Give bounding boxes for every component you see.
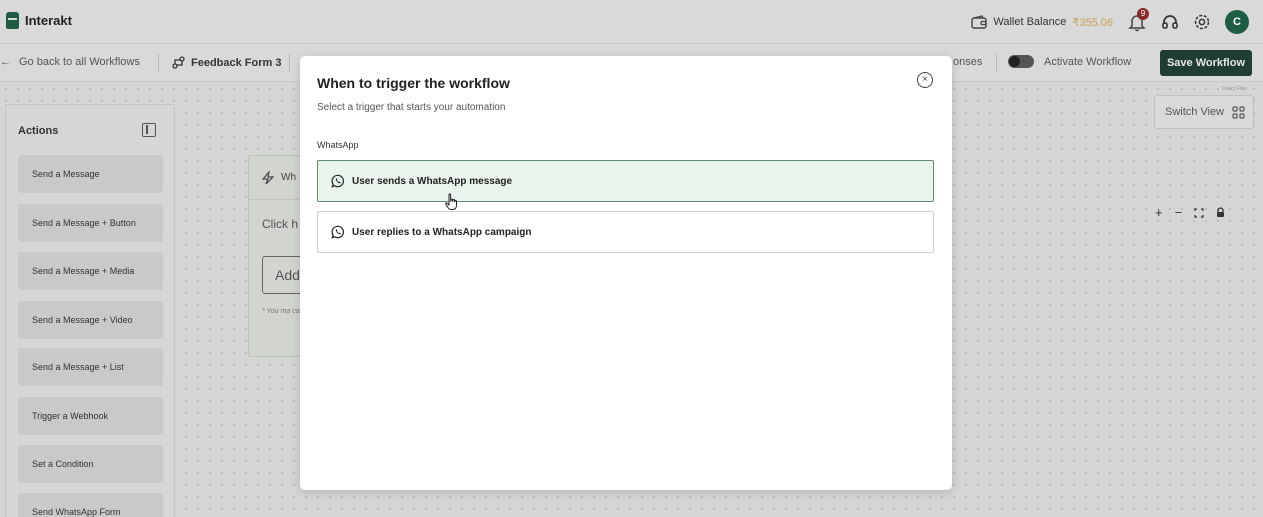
action-item[interactable]: Send a Message + Button <box>18 204 163 242</box>
wallet-balance[interactable]: Wallet Balance ₹355.06 <box>971 15 1113 29</box>
action-item[interactable]: Send a Message + Video <box>18 301 163 339</box>
modal-title: When to trigger the workflow <box>317 75 510 91</box>
workflow-name[interactable]: Feedback Form 3 <box>172 56 281 69</box>
trigger-node-title: Wh <box>281 172 296 183</box>
react-flow-attribution[interactable]: React Flow <box>1222 86 1247 92</box>
wallet-label: Wallet Balance <box>993 16 1067 28</box>
interakt-logo-icon <box>6 12 19 29</box>
grid-icon <box>1232 105 1245 119</box>
action-item[interactable]: Send WhatsApp Form <box>18 493 163 517</box>
whatsapp-icon <box>331 174 345 188</box>
trigger-node-header: Wh <box>249 156 307 200</box>
notifications-button[interactable]: 9 <box>1127 8 1149 32</box>
zoom-out-icon[interactable]: − <box>1175 205 1183 220</box>
back-to-workflows-link[interactable]: ← Go back to all Workflows <box>0 56 140 68</box>
responses-link[interactable]: onses <box>953 56 982 68</box>
actions-title: Actions <box>18 125 59 137</box>
lock-icon[interactable] <box>1216 207 1225 218</box>
activate-workflow-control[interactable]: Activate Workflow <box>1008 55 1131 68</box>
trigger-option-user-sends-message[interactable]: User sends a WhatsApp message <box>317 160 934 202</box>
wallet-amount: ₹355.06 <box>1072 16 1113 29</box>
activate-workflow-toggle[interactable] <box>1008 55 1034 68</box>
trigger-node-card[interactable]: Wh Click h your a Add * You ma campaign … <box>248 155 308 357</box>
collapse-panel-icon[interactable] <box>142 123 156 137</box>
arrow-left-icon: ← <box>0 56 11 68</box>
close-icon: × <box>922 74 928 85</box>
close-modal-button[interactable]: × <box>917 72 933 88</box>
hand-pointer-cursor-icon <box>445 193 457 210</box>
activate-workflow-label: Activate Workflow <box>1044 55 1132 68</box>
divider <box>289 54 290 72</box>
wallet-icon <box>971 15 988 29</box>
headset-icon[interactable] <box>1161 13 1179 31</box>
canvas-zoom-controls: + − <box>1155 205 1225 220</box>
modal-subtitle: Select a trigger that starts your automa… <box>317 102 506 113</box>
fit-view-icon[interactable] <box>1194 207 1204 218</box>
trigger-option-label: User replies to a WhatsApp campaign <box>352 226 532 238</box>
save-workflow-button[interactable]: Save Workflow <box>1160 50 1252 76</box>
back-label: Go back to all Workflows <box>19 56 140 68</box>
workflow-icon <box>172 56 185 69</box>
brand[interactable]: Interakt <box>6 12 72 29</box>
action-item[interactable]: Send a Message + List <box>18 348 163 386</box>
lightning-icon <box>261 170 275 184</box>
divider <box>996 54 997 72</box>
divider <box>158 54 159 72</box>
settings-gear-icon[interactable] <box>1193 13 1211 31</box>
action-item[interactable]: Trigger a Webhook <box>18 397 163 435</box>
action-item[interactable]: Send a Message + Media <box>18 252 163 290</box>
top-right-controls: Wallet Balance ₹355.06 9 C <box>971 8 1249 34</box>
zoom-in-icon[interactable]: + <box>1155 205 1163 220</box>
action-item[interactable]: Set a Condition <box>18 445 163 483</box>
trigger-selection-modal: When to trigger the workflow Select a tr… <box>300 56 952 490</box>
user-avatar[interactable]: C <box>1225 10 1249 34</box>
whatsapp-icon <box>331 225 345 239</box>
brand-name: Interakt <box>25 13 72 28</box>
trigger-option-user-replies-campaign[interactable]: User replies to a WhatsApp campaign <box>317 211 934 253</box>
actions-panel: Actions Send a Message Send a Message + … <box>5 104 175 517</box>
top-bar: Interakt Wallet Balance ₹355.06 9 C <box>0 0 1263 44</box>
action-item[interactable]: Send a Message <box>18 155 163 193</box>
switch-view-label: Switch View <box>1165 106 1225 118</box>
workflow-name-label: Feedback Form 3 <box>191 56 282 69</box>
notification-badge: 9 <box>1137 8 1149 20</box>
section-label-whatsapp: WhatsApp <box>317 140 359 150</box>
trigger-option-label: User sends a WhatsApp message <box>352 175 513 187</box>
switch-view-button[interactable]: Switch View <box>1154 95 1254 129</box>
